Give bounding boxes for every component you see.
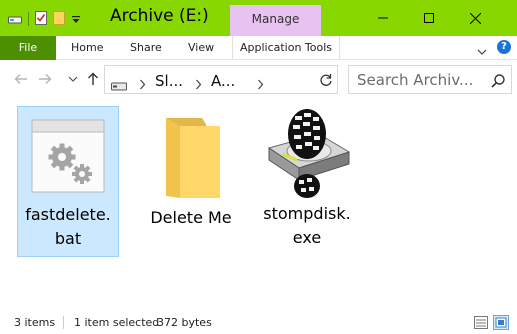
details-view-button[interactable] xyxy=(473,315,489,330)
folder-icon xyxy=(166,118,220,198)
drive-icon xyxy=(111,76,127,95)
selection-size: 372 bytes xyxy=(157,316,212,329)
minimize-button[interactable] xyxy=(360,0,406,36)
status-divider xyxy=(63,316,64,329)
quick-access-toolbar xyxy=(8,10,87,28)
status-bar: 3 items 1 item selected 372 bytes xyxy=(0,311,517,334)
item-count: 3 items xyxy=(14,316,56,329)
chevron-right-icon[interactable] xyxy=(257,75,264,94)
file-name: stompdisk. exe xyxy=(263,204,351,247)
expand-ribbon-icon[interactable] xyxy=(477,41,487,60)
search-box[interactable] xyxy=(348,65,512,94)
back-arrow-icon xyxy=(14,74,27,84)
refresh-icon[interactable] xyxy=(319,72,333,91)
tab-application-tools[interactable]: Application Tools xyxy=(232,36,340,60)
customize-qat-icon[interactable] xyxy=(71,10,81,29)
file-item[interactable]: fastdelete. bat xyxy=(17,106,119,257)
close-button[interactable] xyxy=(452,0,498,36)
large-icons-view-icon xyxy=(495,317,507,328)
back-button[interactable] xyxy=(12,70,30,88)
search-input[interactable] xyxy=(357,70,485,90)
title-bar: Archive (E:) Manage xyxy=(0,0,517,36)
window-title: Archive (E:) xyxy=(110,6,209,26)
tab-file[interactable]: File xyxy=(0,36,56,60)
tab-share[interactable]: Share xyxy=(130,36,162,60)
chevron-right-icon[interactable] xyxy=(139,75,146,94)
up-button[interactable] xyxy=(84,70,102,88)
search-icon[interactable] xyxy=(491,73,505,92)
hard-drive-bootprint-icon xyxy=(267,109,351,198)
up-arrow-icon xyxy=(88,72,98,85)
tab-home[interactable]: Home xyxy=(71,36,103,60)
minimize-icon xyxy=(378,17,388,19)
chevron-down-icon xyxy=(68,76,78,82)
selection-info: 1 item selected xyxy=(74,316,160,329)
help-icon[interactable]: ? xyxy=(497,40,511,54)
folder-item[interactable]: Delete Me xyxy=(140,106,242,257)
ribbon: File Home Share View Application Tools ? xyxy=(0,36,517,60)
qat-divider xyxy=(28,12,29,26)
recent-locations-button[interactable] xyxy=(64,70,82,88)
large-icons-view-button[interactable] xyxy=(493,315,509,330)
new-folder-icon[interactable] xyxy=(53,10,65,29)
batch-file-gears-icon xyxy=(31,119,105,193)
forward-arrow-icon xyxy=(39,74,52,84)
breadcrumb-item[interactable]: Sl... xyxy=(155,72,183,90)
close-icon xyxy=(469,12,481,24)
file-name: fastdelete. bat xyxy=(25,205,111,248)
chevron-right-icon[interactable] xyxy=(195,75,202,94)
maximize-icon xyxy=(424,13,434,23)
file-item[interactable]: stompdisk. exe xyxy=(256,106,358,257)
details-view-icon xyxy=(474,316,488,329)
address-bar[interactable]: Sl... A... xyxy=(104,65,338,94)
breadcrumb-item[interactable]: A... xyxy=(211,72,235,90)
properties-icon[interactable] xyxy=(35,10,47,29)
tab-view[interactable]: View xyxy=(188,36,214,60)
drive-icon[interactable] xyxy=(8,10,22,29)
tab-manage[interactable]: Manage xyxy=(230,5,321,36)
folder-name: Delete Me xyxy=(150,208,232,227)
maximize-button[interactable] xyxy=(406,0,452,36)
forward-button[interactable] xyxy=(36,70,54,88)
